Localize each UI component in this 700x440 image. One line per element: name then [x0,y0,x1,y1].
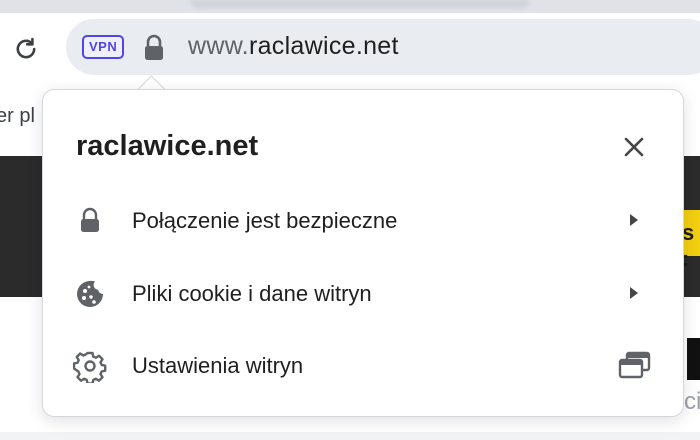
lock-icon [81,207,99,232]
open-in-new-window-icon [618,351,651,379]
chevron-right-icon [630,287,638,299]
page-yellow-text: s : [682,220,695,271]
page-text-fragment: ci [684,388,700,415]
tab-strip [0,0,700,13]
connection-secure-label: Połączenie jest bezpieczne [132,208,398,233]
url-prefix: www. [188,32,249,60]
site-settings-label: Ustawienia witryn [132,353,304,378]
popup-title: raclawice.net [76,130,259,162]
tab-shadow [190,0,530,8]
browser-toolbar: VPN www.raclawice.net [0,13,700,91]
site-info-popup: raclawice.net Połączenie jest bezpieczne… [42,89,684,417]
page-footer-strip [0,432,700,440]
gear-icon [73,351,107,383]
url-domain: raclawice.net [248,32,399,60]
site-info-lock-icon[interactable] [142,34,166,62]
page-dark-block [687,338,700,380]
cookie-icon [77,280,103,307]
site-settings-row[interactable]: Ustawienia witryn [43,335,683,395]
connection-secure-row[interactable]: Połączenie jest bezpieczne [43,190,683,250]
vpn-badge[interactable]: VPN [82,35,125,59]
cookies-label: Pliki cookie i dane witryn [132,281,372,306]
close-icon[interactable] [619,132,649,162]
bookmark-item[interactable]: er pl [0,105,35,128]
popup-caret-join [140,90,164,104]
reload-icon[interactable] [12,35,40,63]
url-text[interactable]: www.raclawice.net [188,32,399,61]
chevron-right-icon [630,214,638,226]
address-bar[interactable]: VPN www.raclawice.net [66,19,700,75]
cookies-row[interactable]: Pliki cookie i dane witryn [43,263,683,323]
